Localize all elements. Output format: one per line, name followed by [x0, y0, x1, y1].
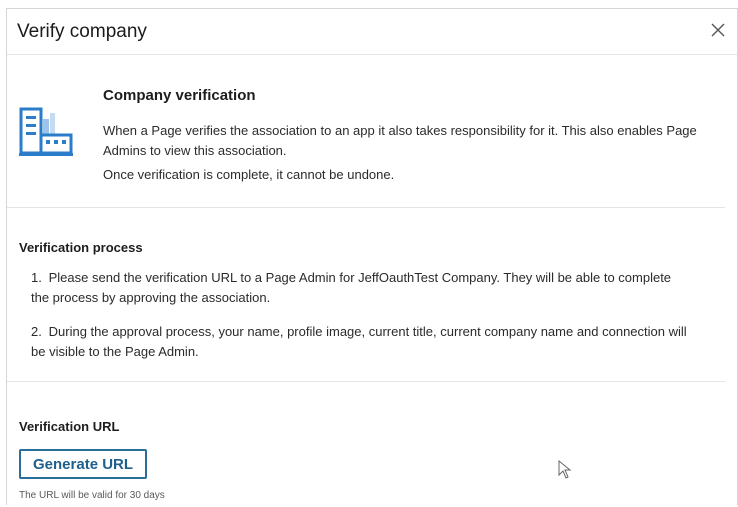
verification-process-heading: Verification process [19, 240, 143, 255]
building-icon [19, 107, 73, 156]
generate-url-button[interactable]: Generate URL [19, 449, 148, 479]
intro-paragraph: When a Page verifies the association to … [103, 123, 697, 158]
company-verification-heading: Company verification [103, 87, 256, 104]
mouse-cursor-icon [558, 460, 572, 479]
step-number: 2. [31, 324, 42, 339]
process-step: 1. Please send the verification URL to a… [31, 268, 691, 308]
url-validity-hint: The URL will be valid for 30 days [19, 490, 165, 501]
process-step: 2. During the approval process, your nam… [31, 322, 691, 362]
verification-url-heading: Verification URL [19, 419, 120, 434]
step-number: 1. [31, 270, 42, 285]
company-verification-section: Company verification When a Page verifie… [7, 55, 725, 208]
step-text: During the approval process, your name, … [31, 324, 687, 359]
dialog-title: Verify company [17, 21, 147, 42]
dialog-header: Verify company [7, 9, 737, 55]
verification-process-section: Verification process 1. Please send the … [7, 208, 725, 382]
irreversible-note: Once verification is complete, it cannot… [103, 167, 395, 182]
verify-company-dialog: Verify company Company verification When… [6, 8, 738, 505]
close-icon[interactable] [709, 21, 727, 39]
step-text: Please send the verification URL to a Pa… [31, 270, 672, 305]
verification-url-section: Verification URL Generate URL The URL wi… [7, 382, 737, 507]
